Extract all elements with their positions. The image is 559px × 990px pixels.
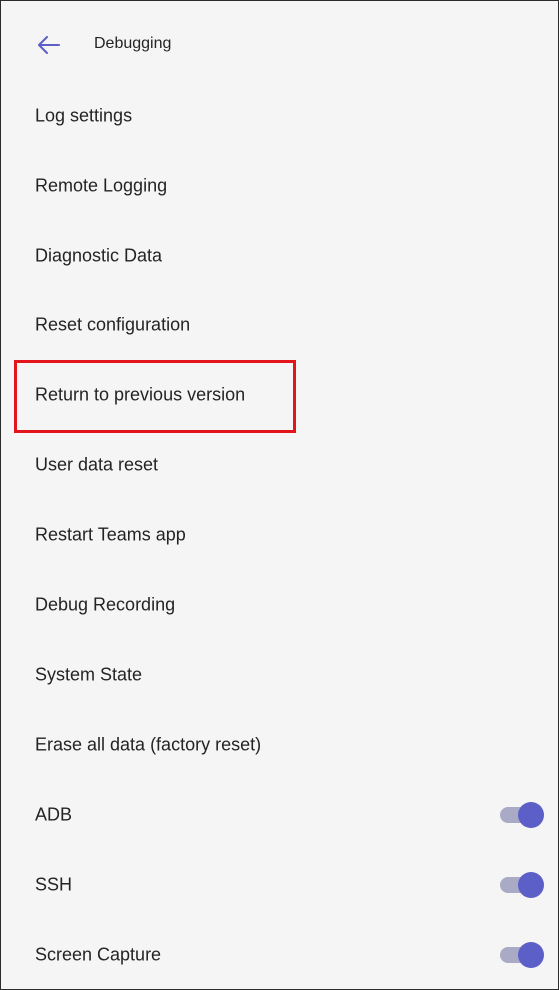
menu-item-label: Debug Recording bbox=[35, 594, 176, 615]
arrow-left-icon bbox=[38, 36, 60, 54]
adb-toggle[interactable] bbox=[498, 800, 544, 830]
menu-item-restart-teams-app[interactable]: Restart Teams app bbox=[1, 500, 558, 570]
menu-item-reset-configuration[interactable]: Reset configuration bbox=[1, 290, 558, 360]
menu-item-log-settings[interactable]: Log settings bbox=[1, 81, 558, 151]
menu-item-return-to-previous-version[interactable]: Return to previous version bbox=[1, 360, 558, 430]
back-button[interactable] bbox=[31, 27, 67, 63]
menu-item-remote-logging[interactable]: Remote Logging bbox=[1, 151, 558, 221]
menu-item-erase-all-data[interactable]: Erase all data (factory reset) bbox=[1, 710, 558, 780]
toggle-knob bbox=[518, 872, 544, 898]
toggle-knob bbox=[518, 942, 544, 968]
menu-item-label: User data reset bbox=[35, 454, 159, 475]
page-title: Debugging bbox=[94, 35, 172, 52]
menu-item-label: System State bbox=[35, 664, 143, 685]
menu-item-label: Return to previous version bbox=[35, 384, 246, 405]
menu-item-user-data-reset[interactable]: User data reset bbox=[1, 430, 558, 500]
menu-item-label: Log settings bbox=[35, 105, 133, 126]
ssh-toggle[interactable] bbox=[498, 870, 544, 900]
app-bar: Debugging bbox=[1, 1, 558, 89]
menu-item-system-state[interactable]: System State bbox=[1, 640, 558, 710]
debugging-screen: Debugging Log settings Remote Logging Di… bbox=[0, 0, 559, 990]
toggle-knob bbox=[518, 802, 544, 828]
toggle-row-ssh[interactable]: SSH bbox=[1, 850, 558, 920]
menu-item-diagnostic-data[interactable]: Diagnostic Data bbox=[1, 221, 558, 291]
screen-capture-toggle[interactable] bbox=[498, 940, 544, 970]
menu-item-label: Restart Teams app bbox=[35, 524, 186, 545]
menu-item-debug-recording[interactable]: Debug Recording bbox=[1, 570, 558, 640]
toggle-row-screen-capture[interactable]: Screen Capture bbox=[1, 920, 558, 990]
menu-item-label: Reset configuration bbox=[35, 314, 191, 335]
toggle-label: ADB bbox=[35, 804, 73, 825]
toggle-row-adb[interactable]: ADB bbox=[1, 780, 558, 850]
menu-item-label: Diagnostic Data bbox=[35, 245, 163, 266]
menu-item-label: Remote Logging bbox=[35, 175, 168, 196]
menu-item-label: Erase all data (factory reset) bbox=[35, 734, 262, 755]
toggle-label: SSH bbox=[35, 874, 73, 895]
toggle-label: Screen Capture bbox=[35, 944, 162, 965]
